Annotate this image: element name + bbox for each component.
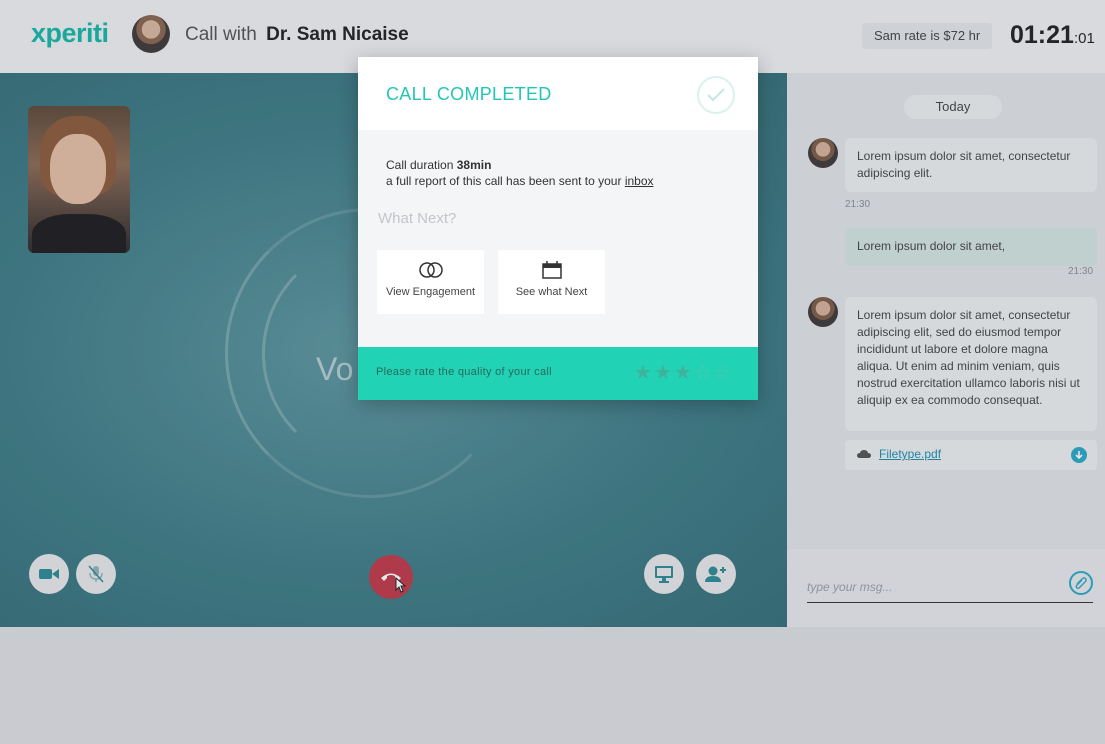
card-label: See what Next (515, 286, 588, 298)
star-icon[interactable]: ★ (634, 362, 654, 384)
engagement-icon (418, 262, 443, 278)
modal-title: CALL COMPLETED (386, 84, 552, 104)
modal-header: CALL COMPLETED (358, 57, 758, 130)
call-completed-modal: CALL COMPLETED Call duration 38min a ful… (358, 57, 758, 400)
see-what-next-button[interactable]: See what Next (498, 250, 605, 314)
report-line: a full report of this call has been sent… (386, 173, 654, 189)
star-icon[interactable]: ★ (674, 362, 694, 384)
call-summary: Call duration 38min a full report of thi… (386, 157, 654, 189)
duration-label: Call duration (386, 158, 454, 172)
view-engagement-button[interactable]: View Engagement (377, 250, 484, 314)
star-icon[interactable]: ★ (654, 362, 674, 384)
rating-bar: Please rate the quality of your call ★★★… (358, 347, 758, 400)
star-outline-icon[interactable]: ☆ (694, 362, 714, 384)
what-next-heading: What Next? (378, 210, 457, 227)
duration-value: 38min (456, 158, 492, 172)
duration-line: Call duration 38min (386, 157, 654, 173)
rating-prompt: Please rate the quality of your call (376, 366, 552, 378)
star-outline-icon[interactable]: ☆ (714, 362, 734, 384)
report-text: a full report of this call has been sent… (386, 174, 622, 188)
check-icon (697, 76, 735, 114)
inbox-link[interactable]: inbox (625, 174, 654, 188)
calendar-icon (541, 261, 562, 279)
star-rating: ★★★☆☆ (634, 360, 734, 385)
card-label: View Engagement (385, 286, 476, 298)
